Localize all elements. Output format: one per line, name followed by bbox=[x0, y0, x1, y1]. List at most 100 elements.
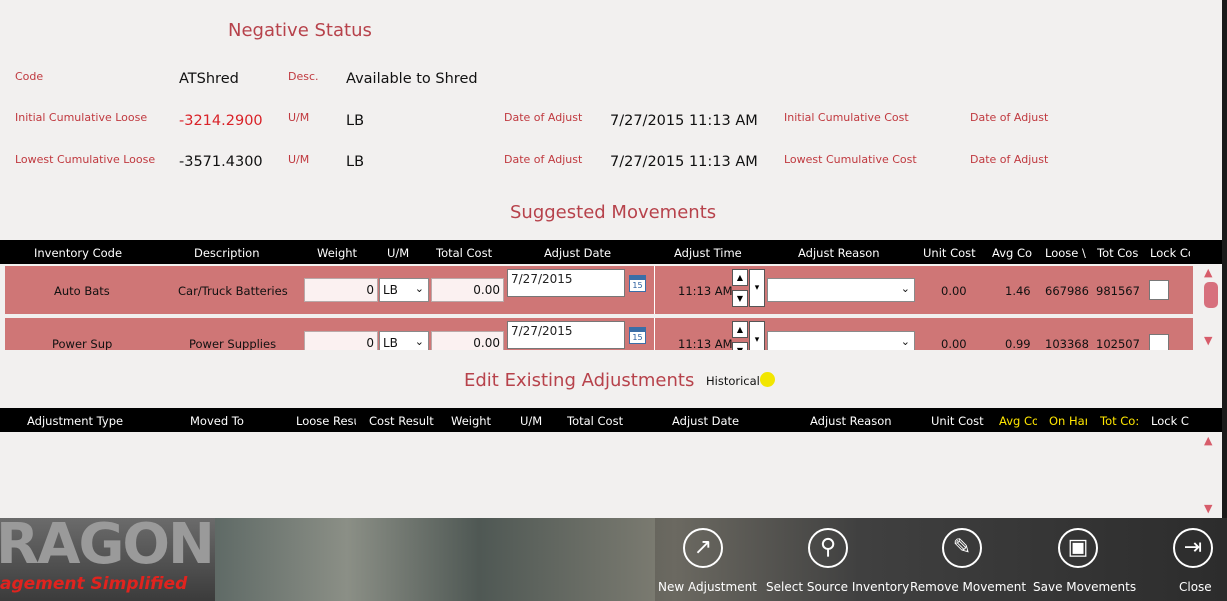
select-source-label: Select Source Inventory bbox=[766, 580, 910, 594]
desc-value: Available to Shred bbox=[346, 71, 478, 87]
time-down-icon[interactable]: ▼ bbox=[732, 290, 748, 307]
new-adjustment-label: New Adjustment bbox=[658, 580, 757, 594]
remove-movement-label: Remove Movement bbox=[910, 580, 1027, 594]
initial-loose-value: -3214.2900 bbox=[179, 113, 263, 129]
total-cost-input[interactable]: 0.00 bbox=[431, 331, 504, 350]
adjust-time: 11:13 AM bbox=[678, 284, 733, 298]
col-loose-result[interactable]: Loose Resu bbox=[296, 414, 356, 428]
col-unit-cost[interactable]: Unit Cost bbox=[931, 414, 984, 428]
tot-cost-value: 102507. bbox=[1096, 337, 1140, 350]
initial-loose-label: Initial Cumulative Loose bbox=[15, 111, 148, 124]
scroll-down-icon[interactable]: ▼ bbox=[1204, 334, 1212, 347]
historical-label: Historical bbox=[706, 374, 760, 388]
col-avg-cost[interactable]: Avg Co bbox=[992, 246, 1034, 260]
avg-cost: 0.99 bbox=[1005, 337, 1031, 350]
col-unit-cost[interactable]: Unit Cost bbox=[923, 246, 976, 260]
col-tot-cost[interactable]: Tot Co: bbox=[1100, 414, 1138, 428]
lowest-loose-label: Lowest Cumulative Loose bbox=[15, 153, 156, 166]
code-label: Code bbox=[15, 70, 44, 83]
adjust-reason-select[interactable]: ⌄ bbox=[767, 278, 915, 302]
date-of-adjust-value: 7/27/2015 11:13 AM bbox=[610, 154, 758, 170]
col-total-cost[interactable]: Total Cost bbox=[436, 246, 492, 260]
suggested-row[interactable]: Power Sup Power Supplies 0 LB ⌄ 0.00 7/27… bbox=[5, 318, 1193, 350]
um-label: U/M bbox=[288, 111, 310, 124]
window-edge bbox=[1222, 0, 1227, 518]
save-icon: ▣ bbox=[1058, 528, 1098, 568]
adjust-date-input[interactable]: 7/27/2015 bbox=[507, 321, 625, 349]
um-select[interactable]: LB ⌄ bbox=[379, 278, 429, 302]
search-icon: ⚲ bbox=[808, 528, 848, 568]
um-select-value: LB bbox=[383, 283, 398, 297]
negative-status-title: Negative Status bbox=[228, 20, 372, 41]
suggested-row-viewport: Power Sup Power Supplies 0 LB ⌄ 0.00 7/27… bbox=[5, 318, 1193, 350]
date-of-adjust-label: Date of Adjust bbox=[504, 153, 583, 166]
col-lock-cost[interactable]: Lock Cc bbox=[1150, 246, 1190, 260]
existing-header: Adjustment Type Moved To Loose Resu Cost… bbox=[0, 408, 1222, 432]
suggested-header: Inventory Code Description Weight U/M To… bbox=[0, 240, 1222, 264]
code-value: ATShred bbox=[179, 71, 239, 87]
historical-indicator[interactable] bbox=[760, 372, 775, 387]
adjust-time: 11:13 AM bbox=[678, 337, 733, 350]
initial-cost-label: Initial Cumulative Cost bbox=[784, 111, 909, 124]
um-label: U/M bbox=[288, 153, 310, 166]
suggested-row[interactable]: Auto Bats Car/Truck Batteries 0 LB ⌄ 0.00… bbox=[5, 266, 1193, 314]
col-weight[interactable]: Weight bbox=[317, 246, 357, 260]
scroll-down-icon[interactable]: ▼ bbox=[1204, 502, 1212, 515]
adjust-date-input[interactable]: 7/27/2015 bbox=[507, 269, 625, 297]
col-avg-cost[interactable]: Avg Co bbox=[999, 414, 1037, 428]
col-on-hand[interactable]: On Har bbox=[1049, 414, 1087, 428]
chevron-down-icon: ⌄ bbox=[414, 282, 424, 295]
weight-input[interactable]: 0 bbox=[304, 331, 378, 350]
scroll-up-icon[interactable]: ▲ bbox=[1204, 434, 1212, 447]
avg-cost: 1.46 bbox=[1005, 284, 1031, 298]
col-moved-to[interactable]: Moved To bbox=[190, 414, 244, 428]
date-of-adjust-label: Date of Adjust bbox=[504, 111, 583, 124]
brand-line1: RAGON bbox=[0, 518, 215, 577]
divider bbox=[654, 318, 655, 350]
brand-line2: agement Simplified bbox=[0, 574, 188, 594]
col-cost-result[interactable]: Cost Result bbox=[369, 414, 434, 428]
time-dropdown-icon[interactable]: ▾ bbox=[749, 269, 765, 307]
col-adjust-reason[interactable]: Adjust Reason bbox=[798, 246, 880, 260]
chevron-down-icon: ⌄ bbox=[900, 282, 910, 295]
divider bbox=[654, 266, 655, 314]
col-adjustment-type[interactable]: Adjustment Type bbox=[27, 414, 123, 428]
time-down-icon[interactable]: ▼ bbox=[732, 342, 748, 350]
col-adjust-date[interactable]: Adjust Date bbox=[672, 414, 739, 428]
col-lock-cost[interactable]: Lock Cc bbox=[1151, 414, 1189, 428]
calendar-icon[interactable]: 15 bbox=[629, 275, 646, 292]
um-value: LB bbox=[346, 154, 365, 170]
col-adjust-date[interactable]: Adjust Date bbox=[544, 246, 611, 260]
calendar-icon[interactable]: 15 bbox=[629, 327, 646, 344]
chevron-down-icon: ⌄ bbox=[414, 335, 424, 348]
time-up-icon[interactable]: ▲ bbox=[732, 269, 748, 286]
col-total-cost[interactable]: Total Cost bbox=[567, 414, 623, 428]
col-inventory-code[interactable]: Inventory Code bbox=[34, 246, 122, 260]
scrollbar-thumb[interactable] bbox=[1204, 282, 1218, 308]
desc-label: Desc. bbox=[288, 70, 319, 83]
col-um[interactable]: U/M bbox=[387, 246, 409, 260]
col-weight[interactable]: Weight bbox=[451, 414, 491, 428]
close-label: Close bbox=[1179, 580, 1212, 594]
time-up-icon[interactable]: ▲ bbox=[732, 321, 748, 338]
total-cost-input[interactable]: 0.00 bbox=[431, 278, 504, 302]
weight-input[interactable]: 0 bbox=[304, 278, 378, 302]
lock-cost-checkbox[interactable] bbox=[1149, 334, 1169, 350]
col-description[interactable]: Description bbox=[194, 246, 260, 260]
col-loose[interactable]: Loose \ bbox=[1045, 246, 1087, 260]
lock-cost-checkbox[interactable] bbox=[1149, 280, 1169, 300]
scroll-up-icon[interactable]: ▲ bbox=[1204, 266, 1212, 279]
um-select[interactable]: LB ⌄ bbox=[379, 331, 429, 350]
col-adjust-time[interactable]: Adjust Time bbox=[674, 246, 742, 260]
existing-adjustments-title: Edit Existing Adjustments bbox=[464, 370, 695, 391]
lowest-loose-value: -3571.4300 bbox=[179, 154, 263, 170]
col-um[interactable]: U/M bbox=[520, 414, 542, 428]
chevron-down-icon: ⌄ bbox=[900, 335, 910, 348]
tot-cost-value: 981567. bbox=[1096, 284, 1140, 298]
col-tot-cost[interactable]: Tot Cos bbox=[1097, 246, 1139, 260]
adjust-reason-select[interactable]: ⌄ bbox=[767, 331, 915, 350]
row-description: Power Supplies bbox=[189, 337, 277, 350]
loose-value: 103368. bbox=[1045, 337, 1089, 350]
time-dropdown-icon[interactable]: ▾ bbox=[749, 321, 765, 350]
col-adjust-reason[interactable]: Adjust Reason bbox=[810, 414, 892, 428]
